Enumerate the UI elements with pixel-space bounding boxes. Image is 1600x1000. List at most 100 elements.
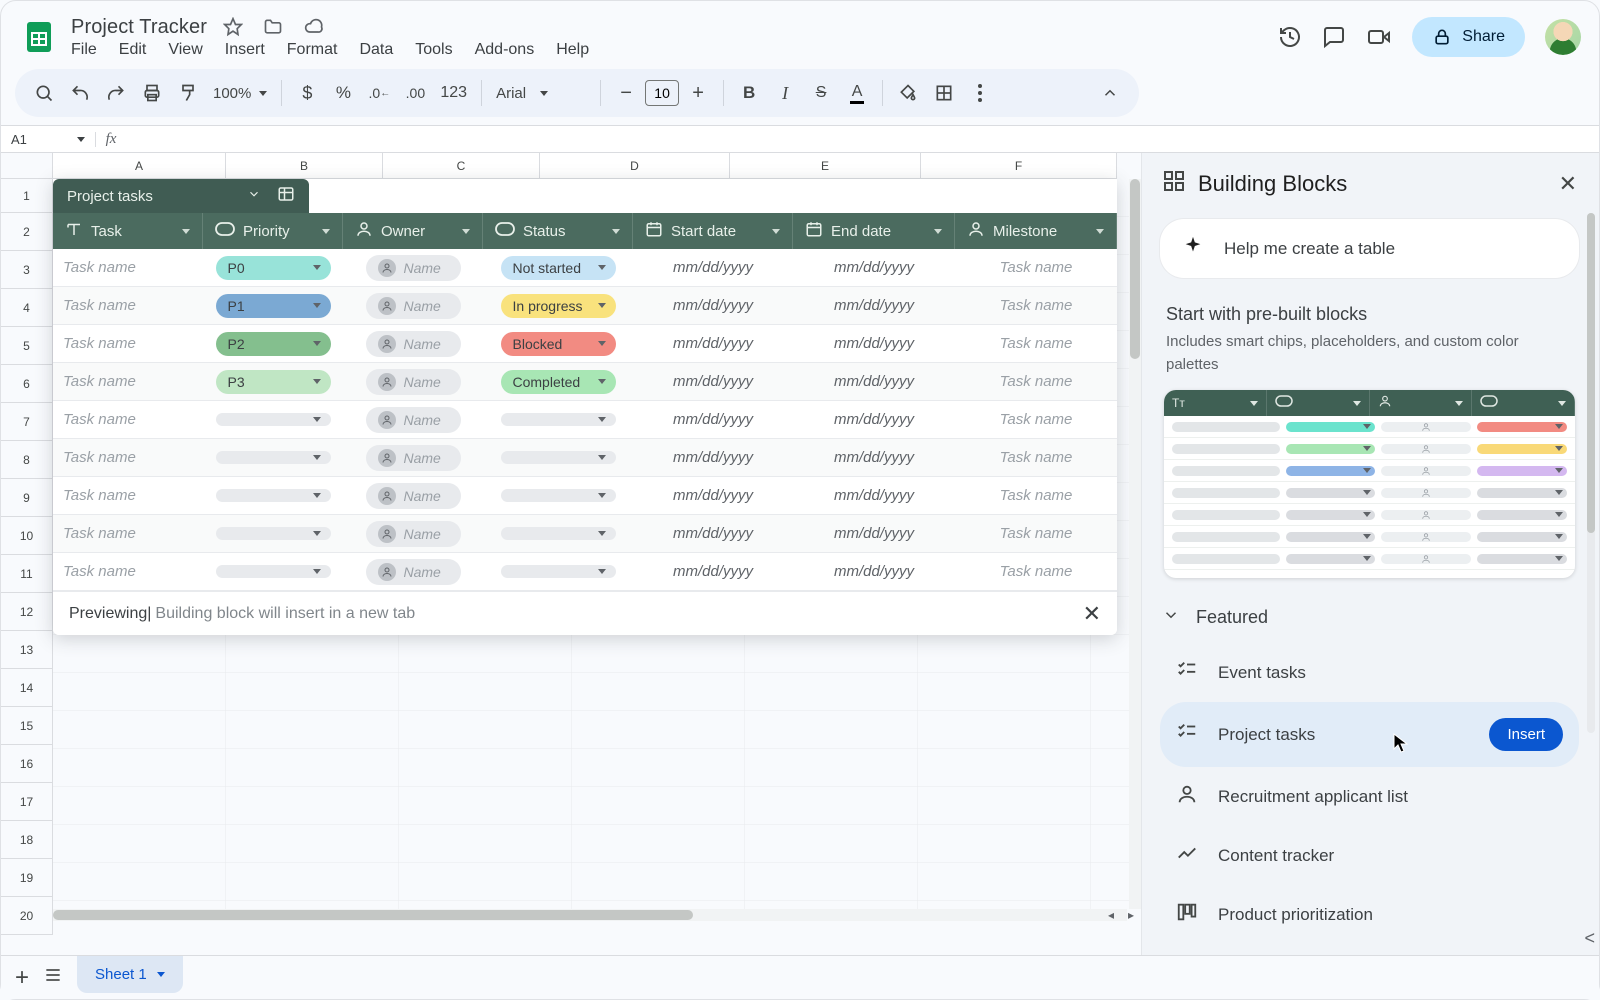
start-date-cell[interactable]: mm/dd/yyyy	[633, 411, 793, 428]
col-header[interactable]: D	[540, 153, 730, 179]
row-header[interactable]: 4	[1, 289, 53, 327]
fontsize-decrease[interactable]: −	[615, 82, 637, 105]
row-header[interactable]: 7	[1, 403, 53, 441]
start-date-cell[interactable]: mm/dd/yyyy	[633, 563, 793, 580]
row-header[interactable]: 5	[1, 327, 53, 365]
col-header[interactable]: E	[730, 153, 921, 179]
row-header[interactable]: 9	[1, 479, 53, 517]
collapse-panel-icon[interactable]: <	[1584, 928, 1595, 949]
row-header[interactable]: 3	[1, 251, 53, 289]
milestone-placeholder[interactable]: Task name	[1000, 449, 1073, 466]
close-icon[interactable]: ✕	[1083, 601, 1101, 627]
horizontal-scrollbar[interactable]	[53, 909, 1127, 921]
row-header[interactable]: 1	[1, 179, 53, 213]
milestone-placeholder[interactable]: Task name	[1000, 297, 1073, 314]
preview-column-header[interactable]: End date	[793, 213, 955, 249]
menu-tools[interactable]: Tools	[415, 41, 452, 59]
preview-column-header[interactable]: Milestone	[955, 213, 1117, 249]
insert-button[interactable]: Insert	[1489, 718, 1563, 751]
sheet-tab[interactable]: Sheet 1	[77, 956, 183, 993]
status-chip[interactable]	[501, 413, 616, 426]
start-date-cell[interactable]: mm/dd/yyyy	[633, 525, 793, 542]
status-chip[interactable]: Completed	[501, 370, 616, 394]
menu-data[interactable]: Data	[359, 41, 393, 59]
row-header[interactable]: 6	[1, 365, 53, 403]
preview-table-tab[interactable]: Project tasks	[53, 179, 309, 213]
priority-chip[interactable]: P3	[216, 370, 331, 394]
text-color-icon[interactable]: A	[846, 83, 868, 104]
priority-chip[interactable]: P0	[216, 256, 331, 280]
status-chip[interactable]	[501, 565, 616, 578]
zoom-value[interactable]: 100%	[213, 85, 251, 102]
fontsize-increase[interactable]: +	[687, 82, 709, 105]
milestone-placeholder[interactable]: Task name	[1000, 487, 1073, 504]
task-placeholder[interactable]: Task name	[63, 563, 136, 580]
row-header[interactable]: 13	[1, 631, 53, 669]
row-header[interactable]: 20	[1, 897, 53, 935]
end-date-cell[interactable]: mm/dd/yyyy	[793, 297, 955, 314]
dec-decrease-icon[interactable]: .0←	[368, 85, 390, 101]
horizontal-scroll-arrows[interactable]: ◂▸	[1101, 909, 1141, 921]
cloud-icon[interactable]	[303, 17, 325, 37]
row-header[interactable]: 18	[1, 821, 53, 859]
template-item[interactable]: Recruitment applicant list	[1160, 767, 1579, 826]
end-date-cell[interactable]: mm/dd/yyyy	[793, 449, 955, 466]
start-date-cell[interactable]: mm/dd/yyyy	[633, 297, 793, 314]
template-item[interactable]: Product prioritization	[1160, 885, 1579, 944]
start-date-cell[interactable]: mm/dd/yyyy	[633, 449, 793, 466]
priority-chip[interactable]: P1	[216, 294, 331, 318]
row-header[interactable]: 11	[1, 555, 53, 593]
milestone-placeholder[interactable]: Task name	[1000, 563, 1073, 580]
template-item[interactable]: Content tracker	[1160, 826, 1579, 885]
row-header[interactable]: 12	[1, 593, 53, 631]
status-chip[interactable]: Not started	[501, 256, 616, 280]
template-thumbnail[interactable]: Tᴛ	[1164, 390, 1575, 578]
template-item[interactable]: Event tasks	[1160, 643, 1579, 702]
owner-chip[interactable]: Name	[366, 293, 461, 319]
task-placeholder[interactable]: Task name	[63, 411, 136, 428]
task-placeholder[interactable]: Task name	[63, 525, 136, 542]
milestone-placeholder[interactable]: Task name	[1000, 259, 1073, 276]
borders-icon[interactable]	[933, 83, 955, 103]
doc-title[interactable]: Project Tracker	[71, 16, 207, 39]
priority-chip[interactable]	[216, 565, 331, 578]
strike-icon[interactable]: S	[810, 84, 832, 102]
row-header[interactable]: 17	[1, 783, 53, 821]
redo-icon[interactable]	[105, 83, 127, 103]
menu-edit[interactable]: Edit	[119, 41, 147, 59]
percent-icon[interactable]: %	[332, 83, 354, 103]
status-chip[interactable]	[501, 451, 616, 464]
search-menus-icon[interactable]	[33, 83, 55, 103]
vertical-scrollbar[interactable]	[1129, 179, 1141, 909]
end-date-cell[interactable]: mm/dd/yyyy	[793, 259, 955, 276]
history-icon[interactable]	[1278, 25, 1302, 49]
status-chip[interactable]: Blocked	[501, 332, 616, 356]
move-icon[interactable]	[263, 17, 283, 37]
row-header[interactable]: 15	[1, 707, 53, 745]
undo-icon[interactable]	[69, 83, 91, 103]
close-icon[interactable]: ✕	[1559, 171, 1577, 197]
row-header[interactable]: 16	[1, 745, 53, 783]
task-placeholder[interactable]: Task name	[63, 259, 136, 276]
col-header[interactable]: B	[226, 153, 383, 179]
priority-chip[interactable]	[216, 527, 331, 540]
owner-chip[interactable]: Name	[366, 255, 461, 281]
dec-increase-icon[interactable]: .00	[404, 85, 426, 101]
paint-format-icon[interactable]	[177, 83, 199, 103]
print-icon[interactable]	[141, 83, 163, 103]
fontsize-input[interactable]	[645, 80, 679, 106]
currency-icon[interactable]: $	[296, 83, 318, 104]
end-date-cell[interactable]: mm/dd/yyyy	[793, 563, 955, 580]
owner-chip[interactable]: Name	[366, 559, 461, 585]
menu-insert[interactable]: Insert	[225, 41, 265, 59]
sheets-logo[interactable]	[19, 17, 59, 57]
end-date-cell[interactable]: mm/dd/yyyy	[793, 411, 955, 428]
preview-column-header[interactable]: Status	[483, 213, 633, 249]
start-date-cell[interactable]: mm/dd/yyyy	[633, 335, 793, 352]
all-sheets-icon[interactable]	[43, 965, 63, 990]
row-header[interactable]: 19	[1, 859, 53, 897]
owner-chip[interactable]: Name	[366, 407, 461, 433]
preview-column-header[interactable]: Start date	[633, 213, 793, 249]
task-placeholder[interactable]: Task name	[63, 487, 136, 504]
row-header[interactable]: 8	[1, 441, 53, 479]
